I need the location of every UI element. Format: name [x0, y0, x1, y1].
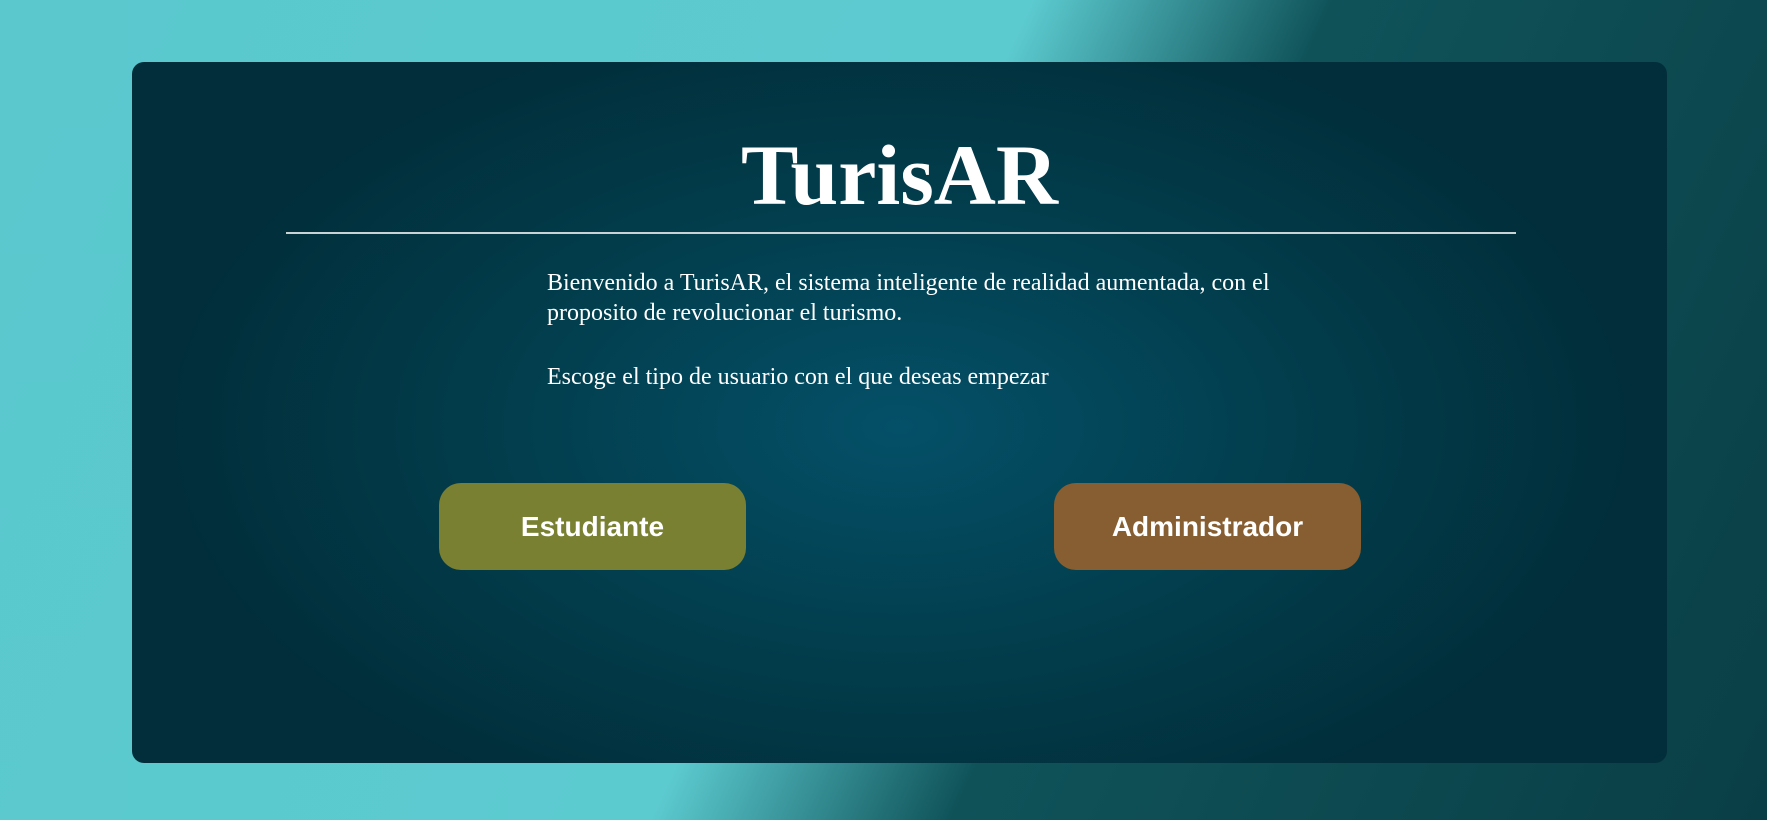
app-title: TurisAR: [740, 127, 1059, 223]
student-button[interactable]: Estudiante: [439, 483, 746, 570]
admin-button[interactable]: Administrador: [1054, 483, 1361, 570]
welcome-card: TurisAR Bienvenido a TurisAR, el sistema…: [132, 62, 1667, 763]
title-divider: [286, 232, 1516, 234]
welcome-description: Bienvenido a TurisAR, el sistema intelig…: [547, 270, 1270, 326]
user-type-instruction: Escoge el tipo de usuario con el que des…: [547, 364, 1049, 390]
